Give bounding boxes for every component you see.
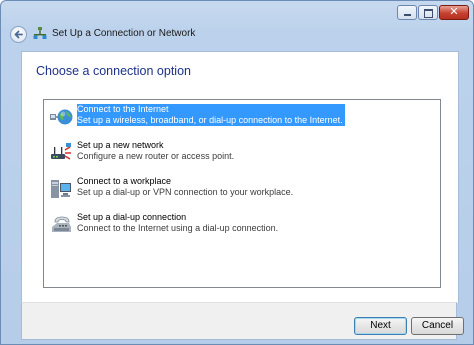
workplace-computer-icon: [51, 180, 71, 198]
close-icon: ✕: [449, 5, 459, 18]
close-button[interactable]: ✕: [439, 5, 469, 20]
option-title: Set up a new network: [77, 140, 164, 150]
option-new-network[interactable]: Set up a new network Configure a new rou…: [47, 140, 439, 166]
globe-network-icon: [50, 109, 73, 125]
button-bar: Next Cancel: [21, 302, 464, 340]
next-button[interactable]: Next: [354, 317, 407, 335]
router-icon: [51, 143, 71, 160]
maximize-icon: [424, 9, 433, 18]
option-description: Set up a dial-up or VPN connection to yo…: [77, 187, 294, 197]
option-title: Set up a dial-up connection: [77, 212, 187, 222]
option-title: Connect to the Internet: [77, 104, 169, 114]
network-wizard-icon: [33, 27, 47, 39]
minimize-button[interactable]: [397, 5, 417, 20]
option-dial-up[interactable]: Set up a dial-up connection Connect to t…: [47, 212, 439, 238]
option-description: Connect to the Internet using a dial-up …: [77, 223, 279, 233]
back-arrow-icon: [14, 30, 23, 39]
option-description: Set up a wireless, broadband, or dial-up…: [77, 115, 343, 125]
option-description: Configure a new router or access point.: [77, 151, 235, 161]
maximize-button[interactable]: [418, 5, 438, 20]
connection-options-list[interactable]: Connect to the Internet Set up a wireles…: [43, 99, 441, 288]
page-heading: Choose a connection option: [36, 64, 191, 78]
title-bar: ✕: [1, 1, 473, 21]
back-button[interactable]: [10, 26, 27, 43]
option-connect-workplace[interactable]: Connect to a workplace Set up a dial-up …: [47, 176, 439, 202]
minimize-icon: [404, 14, 411, 16]
option-title: Connect to a workplace: [77, 176, 172, 186]
window-title: Set Up a Connection or Network: [52, 28, 196, 39]
option-connect-internet[interactable]: Connect to the Internet Set up a wireles…: [47, 104, 439, 130]
cancel-button[interactable]: Cancel: [411, 317, 464, 335]
phone-modem-icon: [52, 216, 71, 232]
setup-connection-window: ✕ Set Up a Connection or Network Choose …: [0, 0, 474, 345]
wizard-content: Choose a connection option Connect to th…: [21, 51, 459, 303]
